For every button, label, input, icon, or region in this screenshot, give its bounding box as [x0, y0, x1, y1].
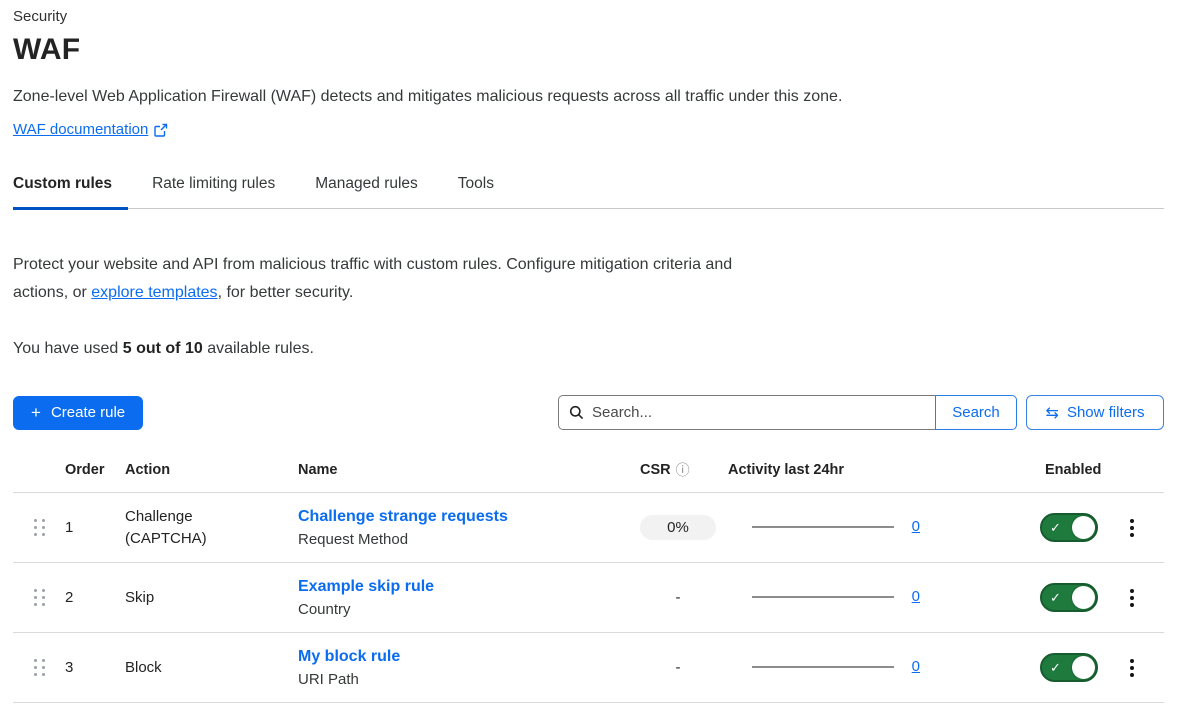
header-name: Name — [298, 462, 628, 478]
rule-name-link[interactable]: My block rule — [298, 648, 400, 665]
csr-badge: 0% — [640, 515, 716, 540]
intro-text-after: , for better security. — [218, 284, 354, 301]
rule-field: URI Path — [298, 671, 628, 688]
info-icon[interactable]: ⓘ — [676, 460, 690, 480]
table-row: 3 Block My block rule URI Path - 0 ✓ — [13, 633, 1164, 703]
toggle-knob — [1072, 586, 1095, 609]
activity-count-link[interactable]: 0 — [912, 658, 920, 675]
rule-action: Challenge (CAPTCHA) — [125, 506, 243, 550]
show-filters-label: Show filters — [1067, 404, 1145, 421]
tab-managed-rules[interactable]: Managed rules — [315, 175, 434, 210]
rule-field: Country — [298, 601, 628, 618]
rule-name-link[interactable]: Example skip rule — [298, 578, 434, 595]
header-csr: CSR — [640, 462, 671, 478]
swap-arrows-icon: ⇆ — [1046, 403, 1059, 423]
check-icon: ✓ — [1050, 591, 1061, 604]
usage-suffix: available rules. — [203, 340, 314, 357]
tab-bar: Custom rules Rate limiting rules Managed… — [13, 175, 1164, 209]
tab-custom-rules[interactable]: Custom rules — [13, 175, 128, 210]
check-icon: ✓ — [1050, 521, 1061, 534]
enabled-toggle[interactable]: ✓ — [1040, 513, 1098, 542]
create-rule-button[interactable]: + Create rule — [13, 396, 143, 430]
show-filters-button[interactable]: ⇆ Show filters — [1026, 395, 1164, 430]
table-row: 1 Challenge (CAPTCHA) Challenge strange … — [13, 493, 1164, 563]
rule-order: 2 — [65, 589, 125, 606]
activity-count-link[interactable]: 0 — [912, 518, 920, 535]
kebab-menu-icon[interactable] — [1125, 654, 1139, 682]
table-header-row: Order Action Name CSR ⓘ Activity last 24… — [13, 460, 1164, 493]
kebab-menu-icon[interactable] — [1125, 584, 1139, 612]
tab-rate-limiting-rules[interactable]: Rate limiting rules — [152, 175, 291, 210]
search-button[interactable]: Search — [935, 395, 1017, 430]
toggle-knob — [1072, 516, 1095, 539]
waf-documentation-link[interactable]: WAF documentation — [13, 121, 148, 138]
usage-prefix: You have used — [13, 340, 123, 357]
toggle-knob — [1072, 656, 1095, 679]
breadcrumb-security: Security — [13, 8, 1164, 25]
rule-field: Request Method — [298, 531, 628, 548]
header-action: Action — [125, 462, 298, 478]
rule-order: 1 — [65, 519, 125, 536]
search-box — [558, 395, 935, 430]
explore-templates-link[interactable]: explore templates — [91, 284, 217, 301]
enabled-toggle[interactable]: ✓ — [1040, 583, 1098, 612]
external-link-icon — [154, 123, 168, 137]
tab-tools[interactable]: Tools — [458, 175, 510, 210]
csr-value: - — [676, 659, 681, 676]
table-row: 2 Skip Example skip rule Country - 0 ✓ — [13, 563, 1164, 633]
rules-table: Order Action Name CSR ⓘ Activity last 24… — [13, 460, 1164, 703]
usage-summary: You have used 5 out of 10 available rule… — [13, 340, 1164, 358]
create-rule-label: Create rule — [51, 404, 125, 421]
rule-action: Block — [125, 657, 162, 679]
usage-count: 5 out of 10 — [123, 340, 203, 357]
header-activity: Activity last 24hr — [728, 462, 928, 478]
activity-sparkline — [752, 666, 894, 668]
drag-handle[interactable] — [30, 585, 49, 610]
header-order: Order — [65, 462, 125, 478]
csr-value: - — [676, 589, 681, 606]
kebab-menu-icon[interactable] — [1125, 514, 1139, 542]
page-description: Zone-level Web Application Firewall (WAF… — [13, 88, 1164, 106]
header-enabled: Enabled — [1020, 462, 1110, 478]
intro-paragraph: Protect your website and API from malici… — [13, 251, 758, 307]
rule-action: Skip — [125, 587, 154, 609]
drag-handle[interactable] — [30, 515, 49, 540]
waf-page: Security WAF Zone-level Web Application … — [0, 0, 1177, 703]
search-input[interactable] — [592, 404, 925, 421]
rule-name-link[interactable]: Challenge strange requests — [298, 508, 508, 525]
enabled-toggle[interactable]: ✓ — [1040, 653, 1098, 682]
page-title: WAF — [13, 33, 1164, 67]
search-icon — [569, 405, 584, 420]
plus-icon: + — [31, 403, 41, 423]
activity-count-link[interactable]: 0 — [912, 588, 920, 605]
check-icon: ✓ — [1050, 661, 1061, 674]
activity-sparkline — [752, 596, 894, 598]
drag-handle[interactable] — [30, 655, 49, 680]
activity-sparkline — [752, 526, 894, 528]
rule-order: 3 — [65, 659, 125, 676]
